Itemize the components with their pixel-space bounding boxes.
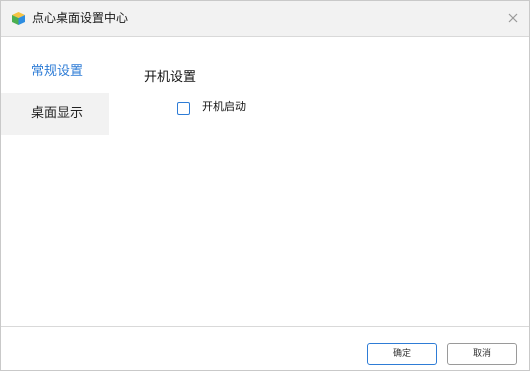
cancel-button[interactable]: 取消 bbox=[447, 343, 517, 365]
section-title-startup: 开机设置 bbox=[144, 70, 197, 85]
settings-window: 点心桌面设置中心 常规设置 桌面显示 开机设置 开机启动 确定 取消 bbox=[0, 0, 530, 371]
window-title: 点心桌面设置中心 bbox=[32, 11, 129, 25]
app-cube-icon bbox=[11, 11, 26, 26]
startup-checkbox-label[interactable]: 开机启动 bbox=[202, 99, 246, 115]
ok-button[interactable]: 确定 bbox=[367, 343, 437, 365]
sidebar-item-general-settings[interactable]: 常规设置 bbox=[1, 51, 109, 93]
footer-divider bbox=[1, 326, 529, 327]
startup-checkbox[interactable] bbox=[177, 102, 190, 115]
title-bar: 点心桌面设置中心 bbox=[1, 1, 529, 37]
close-icon[interactable] bbox=[505, 10, 521, 26]
sidebar-nav: 常规设置 桌面显示 bbox=[1, 37, 109, 327]
sidebar-item-desktop-display[interactable]: 桌面显示 bbox=[1, 93, 109, 135]
